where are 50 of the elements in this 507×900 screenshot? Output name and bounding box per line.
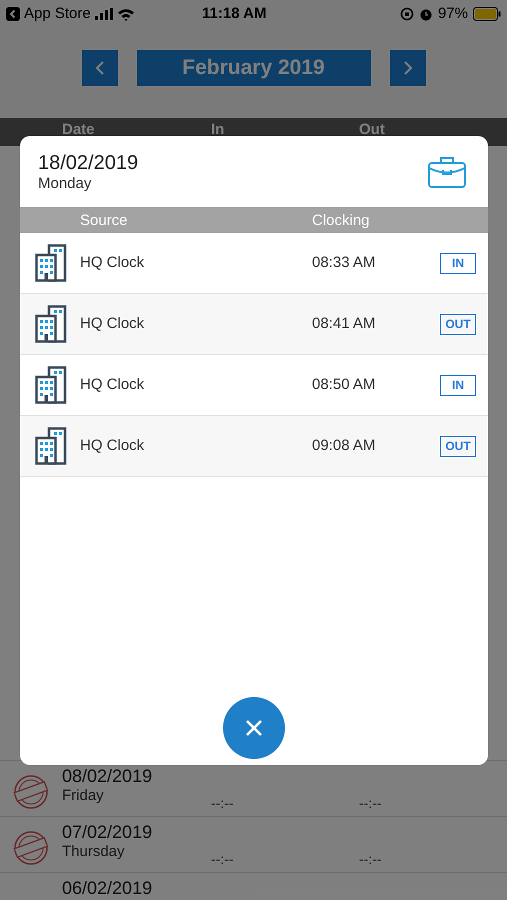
wifi-icon [116, 8, 135, 20]
next-month-button[interactable] [390, 50, 426, 86]
month-title: February 2019 [136, 50, 370, 86]
dialog-weekday: Monday [38, 174, 92, 192]
clock-out-time: --:-- [359, 850, 382, 869]
chevron-right-icon [402, 60, 412, 76]
back-app-link[interactable]: App Store [24, 2, 91, 26]
battery-icon [473, 7, 501, 21]
rotation-lock-icon [400, 7, 414, 21]
battery-percent: 97% [438, 4, 468, 24]
clock-source: HQ Clock [80, 436, 146, 456]
previous-month-button[interactable] [82, 50, 118, 86]
clock-out-time: --:-- [359, 794, 382, 813]
column-heading: Clocking [312, 211, 370, 231]
clock-in-time: --:-- [211, 794, 234, 813]
absent-stamp-icon [13, 830, 49, 866]
day-date: 07/02/2019 [62, 821, 152, 844]
column-heading: In [211, 120, 224, 140]
building-icon [35, 427, 67, 465]
alarm-icon [418, 7, 433, 21]
day-weekday: Friday [62, 786, 104, 806]
direction-badge: OUT [440, 314, 476, 334]
back-icon[interactable] [6, 7, 20, 21]
clock-source: HQ Clock [80, 314, 146, 334]
day-date: 06/02/2019 [62, 877, 152, 900]
column-heading: Date [62, 120, 95, 140]
building-icon [35, 244, 67, 282]
column-heading: Out [359, 120, 385, 140]
chevron-left-icon [94, 60, 104, 76]
signal-icon [94, 8, 113, 20]
clock-time: 08:50 AM [312, 374, 376, 395]
clock-time: 08:41 AM [312, 314, 376, 334]
clock-time: 08:33 AM [312, 252, 376, 273]
column-heading: Source [80, 211, 128, 231]
absent-stamp-icon [13, 774, 49, 810]
direction-badge: OUT [440, 436, 476, 456]
status-time: 11:18 AM [202, 4, 266, 24]
clock-time: 09:08 AM [312, 436, 376, 456]
building-icon [35, 366, 67, 404]
clock-source: HQ Clock [80, 374, 146, 395]
briefcase-icon [428, 154, 466, 188]
day-date: 08/02/2019 [62, 765, 152, 788]
building-icon [35, 305, 67, 343]
dialog-date: 18/02/2019 [38, 150, 138, 174]
close-icon [245, 719, 263, 737]
direction-badge: IN [440, 252, 476, 274]
direction-badge: IN [440, 374, 476, 396]
day-weekday: Thursday [62, 842, 125, 862]
clock-source: HQ Clock [80, 252, 146, 273]
clock-in-time: --:-- [211, 850, 234, 869]
